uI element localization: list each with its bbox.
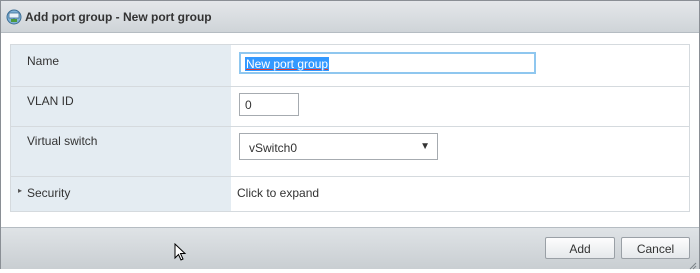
- vlan-id-label: VLAN ID: [27, 94, 74, 108]
- virtual-switch-label: Virtual switch: [27, 134, 98, 148]
- port-group-network-icon: [5, 8, 23, 26]
- virtual-switch-label-cell: Virtual switch: [11, 127, 231, 176]
- dialog-footer: Add Cancel: [1, 227, 699, 270]
- name-label: Name: [27, 54, 60, 68]
- name-input-value: New port group: [245, 57, 330, 71]
- name-input[interactable]: New port group: [239, 52, 536, 74]
- mouse-pointer-icon: [174, 242, 188, 263]
- add-button[interactable]: Add: [545, 237, 615, 259]
- dialog-titlebar[interactable]: Add port group - New port group: [1, 1, 699, 33]
- click-to-expand-text[interactable]: Click to expand: [237, 186, 319, 200]
- virtual-switch-row: Virtual switch vSwitch0 ▼: [11, 127, 689, 177]
- dialog-title: Add port group - New port group: [25, 10, 212, 24]
- dropdown-arrow-icon: ▼: [420, 141, 430, 152]
- security-label-cell: ▸ Security: [11, 177, 231, 211]
- port-group-form: Name New port group VLAN ID Virtual swit…: [10, 44, 690, 212]
- name-row: Name New port group: [11, 45, 689, 87]
- virtual-switch-select[interactable]: vSwitch0 ▼: [239, 133, 438, 160]
- name-label-cell: Name: [11, 45, 231, 86]
- expand-triangle-icon[interactable]: ▸: [18, 186, 22, 195]
- virtual-switch-selected-value: vSwitch0: [249, 141, 298, 155]
- cancel-button[interactable]: Cancel: [621, 237, 690, 259]
- security-row[interactable]: ▸ Security Click to expand: [11, 177, 689, 211]
- vlan-label-cell: VLAN ID: [11, 87, 231, 126]
- vlan-id-input[interactable]: [239, 93, 299, 116]
- security-label[interactable]: Security: [27, 186, 70, 200]
- add-port-group-dialog: Add port group - New port group Name New…: [0, 0, 700, 270]
- resize-grip-icon[interactable]: [689, 259, 697, 270]
- vlan-row: VLAN ID: [11, 87, 689, 127]
